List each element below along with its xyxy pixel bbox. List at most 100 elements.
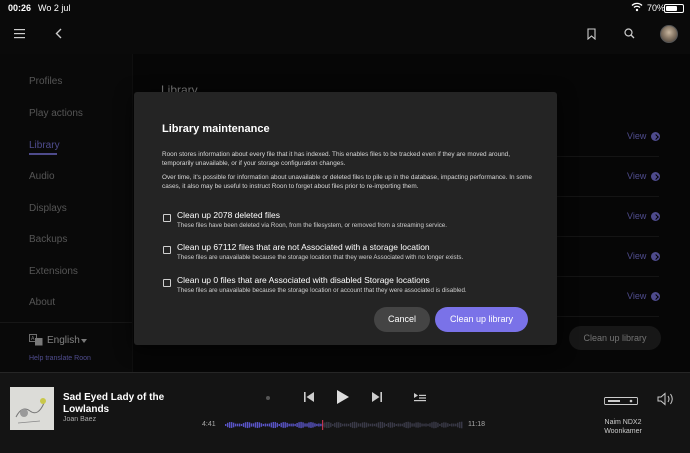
- waveform-bar: [332, 423, 334, 426]
- waveform-bar: [240, 423, 243, 427]
- track-title[interactable]: Sad Eyed Lady of the Lowlands: [63, 392, 173, 416]
- zone-device: Naim NDX2: [604, 419, 642, 426]
- next-icon[interactable]: [372, 392, 382, 402]
- waveform-bar: [258, 422, 261, 428]
- waveform-bar: [423, 423, 425, 427]
- status-date: Wo 2 jul: [38, 3, 71, 13]
- waveform-bar: [228, 422, 231, 428]
- waveform-bar: [256, 422, 259, 428]
- option-description: These files are unavailable because the …: [177, 254, 464, 261]
- seek-waveform[interactable]: [225, 420, 463, 430]
- waveform-bar: [296, 422, 298, 428]
- unassociated-files-checkbox[interactable]: [163, 246, 171, 254]
- waveform-bar: [226, 422, 229, 428]
- waveform-bar: [401, 423, 403, 427]
- dialog-description: Roon stores information about every file…: [162, 151, 511, 167]
- waveform-bar: [342, 423, 344, 427]
- waveform-bar: [437, 422, 439, 428]
- confirm-clean-up-button[interactable]: Clean up library: [435, 307, 528, 332]
- waveform-bar: [270, 422, 273, 428]
- waveform-bar: [371, 423, 374, 427]
- album-art[interactable]: [10, 387, 54, 430]
- top-bar: [0, 16, 690, 54]
- waveform-bar: [411, 423, 413, 427]
- search-icon[interactable]: [624, 28, 635, 39]
- waveform-bar: [234, 423, 237, 427]
- library-maintenance-dialog: Library maintenance Roon stores informat…: [134, 92, 557, 345]
- streamer-device-icon[interactable]: [604, 396, 638, 406]
- waveform-bar: [308, 422, 310, 428]
- waveform-bar: [318, 423, 320, 427]
- waveform-bar: [260, 423, 263, 427]
- waveform-bar: [232, 422, 235, 428]
- waveform-bar: [399, 423, 401, 427]
- option-title[interactable]: Clean up 2078 deleted files: [177, 210, 280, 220]
- waveform-bar: [377, 422, 380, 428]
- waveform-bar: [284, 422, 286, 428]
- waveform-bar: [242, 423, 245, 427]
- waveform-bar: [274, 422, 276, 428]
- option-title[interactable]: Clean up 67112 files that are not Associ…: [177, 242, 430, 252]
- battery-level: [666, 6, 678, 11]
- waveform-bar: [326, 421, 328, 429]
- waveform-bar: [417, 422, 419, 428]
- back-icon[interactable]: [55, 28, 62, 39]
- waveform-bar: [355, 422, 358, 428]
- play-icon[interactable]: [336, 389, 350, 405]
- zone-name[interactable]: Naim NDX2 Woonkamer: [598, 418, 648, 436]
- track-artist[interactable]: Joan Baez: [63, 416, 96, 423]
- waveform-bar: [413, 423, 415, 427]
- waveform-bar: [409, 422, 411, 428]
- hamburger-icon[interactable]: [14, 28, 25, 39]
- waveform-bar: [345, 423, 348, 427]
- waveform-bar: [443, 422, 445, 428]
- waveform-bar: [254, 422, 257, 428]
- total-time: 11:18: [468, 421, 485, 428]
- option-description: These files are unavailable because the …: [177, 287, 467, 294]
- waveform-bar: [459, 421, 461, 429]
- option-description: These files have been deleted via Roon, …: [177, 222, 447, 229]
- waveform-bar: [288, 423, 290, 427]
- zone-room: Woonkamer: [604, 428, 642, 435]
- waveform-bar: [351, 422, 354, 428]
- waveform-bar: [290, 423, 292, 427]
- waveform-bar: [280, 422, 282, 428]
- waveform-bar: [338, 422, 340, 428]
- deleted-files-checkbox[interactable]: [163, 214, 171, 222]
- waveform-bar: [250, 423, 253, 427]
- avatar[interactable]: [660, 25, 678, 43]
- volume-icon[interactable]: [657, 392, 675, 406]
- waveform-bar: [359, 423, 362, 427]
- waveform-bar: [391, 422, 393, 428]
- queue-icon[interactable]: [414, 393, 426, 402]
- now-playing-bar: Sad Eyed Lady of the Lowlands Joan Baez …: [0, 372, 690, 453]
- cancel-button[interactable]: Cancel: [374, 307, 430, 332]
- disabled-storage-checkbox[interactable]: [163, 279, 171, 287]
- status-time: 00:26: [8, 3, 32, 13]
- waveform-bar: [381, 421, 384, 429]
- waveform-bar: [447, 423, 449, 427]
- waveform-bar: [272, 421, 274, 429]
- battery-percent: 70%: [647, 3, 666, 13]
- waveform-bar: [302, 422, 304, 428]
- waveform-bar: [375, 423, 378, 427]
- radio-icon[interactable]: [266, 396, 270, 400]
- waveform-bar: [367, 423, 370, 427]
- waveform-bar: [344, 423, 346, 427]
- waveform-bar: [286, 422, 288, 428]
- waveform-bar: [363, 422, 366, 428]
- waveform-bar: [407, 421, 409, 429]
- waveform-bar: [312, 422, 314, 428]
- waveform-bar: [461, 421, 463, 429]
- waveform-bar: [429, 423, 431, 427]
- status-bar: 00:26 Wo 2 jul 70%: [0, 0, 690, 16]
- waveform-bar: [361, 422, 364, 428]
- option-title[interactable]: Clean up 0 files that are Associated wit…: [177, 275, 430, 285]
- bookmark-icon[interactable]: [587, 28, 596, 40]
- waveform-bar: [336, 422, 338, 428]
- waveform-bar: [264, 423, 267, 427]
- waveform-bar: [282, 422, 284, 428]
- waveform-bar: [340, 422, 342, 428]
- battery-icon: [664, 4, 684, 13]
- previous-icon[interactable]: [304, 392, 314, 402]
